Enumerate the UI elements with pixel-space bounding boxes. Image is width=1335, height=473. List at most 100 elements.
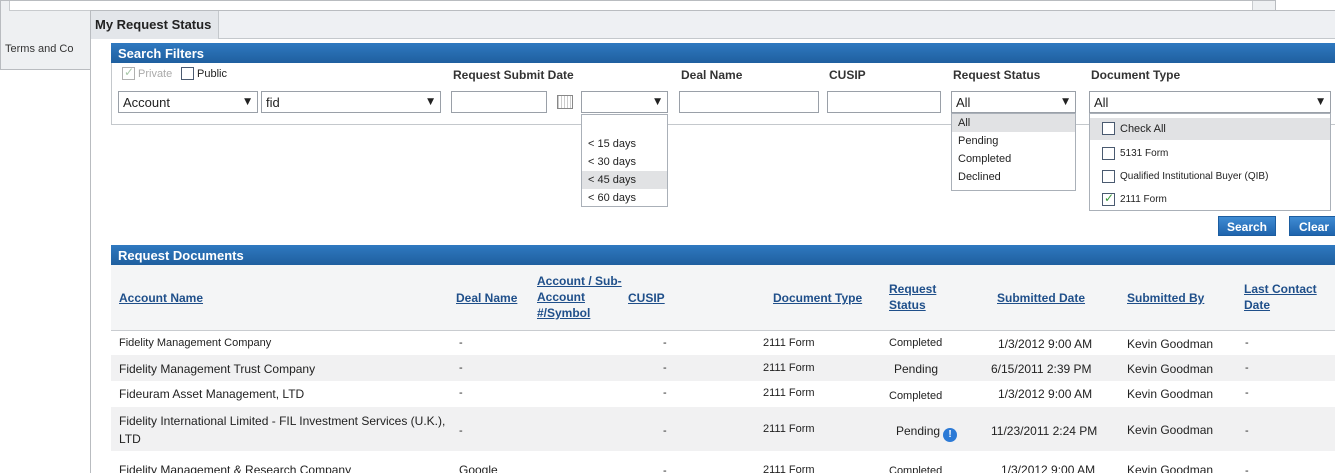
account-select[interactable]: fid ▼ [261,91,441,113]
cell-cusip: - [663,425,667,437]
cell-document-type[interactable]: 2111 Form [763,387,815,399]
tab-my-request-status[interactable]: My Request Status [91,11,219,39]
col-last-contact-date[interactable]: Last Contact Date [1244,281,1317,313]
request-status-option[interactable]: Completed [952,150,1075,168]
document-type-option[interactable]: 5131 Form [1090,143,1330,165]
cell-deal-name: - [459,425,463,437]
request-status-label: Request Status [953,68,1041,82]
col-document-type[interactable]: Document Type [773,290,862,306]
cell-submitted-by: Kevin Goodman [1127,337,1214,351]
chevron-down-icon: ▼ [244,97,251,107]
document-type-checkbox[interactable] [1102,147,1115,160]
col-deal-name[interactable]: Deal Name [456,290,517,306]
document-type-option-label: Qualified Institutional Buyer (QIB) [1120,171,1269,182]
col-account-sub-line: #/Symbol [537,306,591,320]
date-range-select[interactable]: ▼ [581,91,668,113]
date-range-option[interactable]: < 45 days [582,171,667,189]
col-account-sub-line: Account / Sub- [537,274,622,288]
col-last-contact-line: Last Contact [1244,282,1317,296]
col-request-status[interactable]: Request Status [889,281,936,313]
cell-status-text: Pending [896,424,941,438]
cell-account-name-line2[interactable]: LTD [119,432,141,446]
col-submitted-date[interactable]: Submitted Date [997,290,1085,306]
check-all-row[interactable]: Check All [1090,118,1330,140]
check-all-checkbox[interactable] [1102,122,1115,135]
cell-cusip: - [663,337,667,349]
document-type-checkbox[interactable] [1102,191,1115,206]
cell-submitted-by: Kevin Goodman [1127,423,1214,437]
cusip-input[interactable] [827,91,941,113]
col-submitted-by[interactable]: Submitted By [1127,290,1204,306]
cell-document-type[interactable]: 2111 Form [763,464,815,473]
request-status-option[interactable]: Pending [952,132,1075,150]
chevron-down-icon: ▼ [1317,97,1324,107]
date-range-option[interactable]: < 30 days [582,153,667,171]
cell-deal-name: - [459,362,463,374]
chevron-down-icon: ▼ [427,97,434,107]
cell-last-contact: - [1245,362,1249,374]
cell-submitted-date: 1/3/2012 9:00 AM [998,387,1093,401]
public-label: Public [197,68,227,80]
document-type-select[interactable]: All ▼ [1089,91,1331,113]
search-button[interactable]: Search [1218,216,1276,236]
cell-deal-name: - [459,337,463,349]
cell-account-name[interactable]: Fidelity Management & Research Company [119,463,351,473]
cell-status: Completed [889,337,943,349]
cell-account-name[interactable]: Fidelity Management Company [119,337,271,349]
cell-account-name[interactable]: Fidelity Management Trust Company [119,362,315,376]
col-account-sub-account[interactable]: Account / Sub- Account #/Symbol [537,273,622,321]
document-type-label: Document Type [1091,68,1181,82]
deal-name-label: Deal Name [681,68,743,82]
cell-account-name[interactable]: Fidelity International Limited - FIL Inv… [119,414,445,428]
submit-date-input[interactable] [451,91,547,113]
account-type-value: Account [123,95,170,110]
date-range-option[interactable]: < 60 days [582,189,667,207]
date-range-dropdown: < 15 days < 30 days < 45 days < 60 days [581,114,668,207]
document-type-dropdown: Check All 5131 Form Qualified Institutio… [1089,113,1331,211]
account-type-select[interactable]: Account ▼ [118,91,258,113]
col-last-contact-line: Date [1244,298,1271,312]
col-account-name[interactable]: Account Name [119,290,203,306]
private-label: Private [138,68,173,80]
calendar-icon[interactable] [557,95,573,109]
request-status-option[interactable]: Declined [952,168,1075,186]
document-type-option[interactable]: Qualified Institutional Buyer (QIB) [1090,166,1330,188]
table-row[interactable]: Fidelity Management Trust Company - - 21… [111,355,1335,381]
cell-document-type[interactable]: 2111 Form [763,337,815,349]
cell-account-name[interactable]: Fideuram Asset Management, LTD [119,387,304,401]
cell-deal-name: Google [459,463,498,473]
col-request-status-line: Request [889,282,937,296]
request-documents-header: Request Documents [111,245,1335,265]
request-status-select[interactable]: All ▼ [951,91,1076,113]
table-row[interactable]: Fideuram Asset Management, LTD - - 2111 … [111,381,1335,407]
chevron-down-icon: ▼ [1062,97,1069,107]
document-type-checkbox[interactable] [1102,170,1115,183]
document-type-option[interactable]: 2111 Form [1090,189,1330,211]
info-icon[interactable]: ! [943,428,958,442]
clear-button[interactable]: Clear [1289,216,1335,236]
table-row[interactable]: Fidelity Management & Research Company G… [111,457,1335,473]
deal-name-input[interactable] [679,91,819,113]
cell-document-type[interactable]: 2111 Form [763,362,815,374]
col-cusip[interactable]: CUSIP [628,290,665,306]
terms-link[interactable]: Terms and Co [5,43,73,55]
public-checkbox[interactable] [181,67,194,80]
cell-document-type[interactable]: 2111 Form [763,423,815,435]
cell-last-contact: - [1245,465,1249,473]
table-row[interactable]: Fidelity Management Company - - 2111 For… [111,331,1335,355]
table-row[interactable]: Fidelity International Limited - FIL Inv… [111,407,1335,451]
document-type-value: All [1094,95,1109,110]
search-filters-header: Search Filters [111,43,1335,63]
request-status-option[interactable]: All [952,114,1075,132]
cell-submitted-date: 6/15/2011 2:39 PM [991,362,1092,376]
check-all-label: Check All [1120,123,1166,135]
private-checkbox[interactable] [122,65,135,80]
cell-status: Pending [894,362,939,376]
date-range-option[interactable]: < 15 days [582,135,667,153]
cell-status: Completed [889,390,943,402]
document-type-option-label: 5131 Form [1120,148,1169,159]
cell-status: Pending! [896,424,958,442]
cell-last-contact: - [1245,387,1249,399]
document-type-option-label: 2111 Form [1120,194,1167,205]
cell-last-contact: - [1245,425,1249,437]
